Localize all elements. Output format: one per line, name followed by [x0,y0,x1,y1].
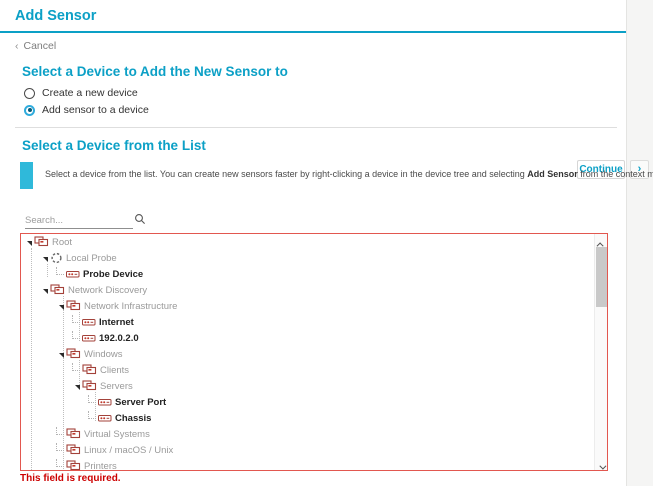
group-icon [82,364,97,375]
tree-scrollbar[interactable] [594,234,607,470]
tree-item-label: Servers [100,380,133,392]
tree-item-clients[interactable]: Clients [21,362,594,378]
tree-connector [56,427,64,435]
radio-label: Create a new device [42,87,138,99]
expanded-arrow-icon [59,304,64,310]
tree-connector [56,443,64,451]
device-icon [66,271,80,278]
cancel-button[interactable]: ‹ Cancel [15,40,56,52]
tree-connector [72,315,80,323]
tree-item-label: Internet [99,316,134,328]
section-divider [15,127,617,128]
group-icon [34,236,49,247]
tree-connector [88,395,96,403]
group-icon [66,300,81,311]
tree-item-network-infrastructure[interactable]: Network Infrastructure [21,298,594,314]
tree-item-network-discovery[interactable]: Network Discovery [21,282,594,298]
expanded-arrow-icon [27,240,32,246]
section-heading-device-choice: Select a Device to Add the New Sensor to [22,64,288,79]
search-input[interactable] [25,213,133,229]
device-icon [82,335,96,342]
scroll-down-icon[interactable] [595,457,607,470]
group-icon [66,460,81,470]
tree-connector [72,363,80,371]
tree-item-servers[interactable]: Servers [21,378,594,394]
tree-item-label: Network Infrastructure [84,300,178,312]
right-side-strip [626,0,653,486]
expanded-arrow-icon [59,352,64,358]
group-icon [50,284,65,295]
expanded-arrow-icon [75,384,80,390]
radio-label: Add sensor to a device [42,104,149,116]
group-icon [82,380,97,391]
tree-item-label: Probe Device [83,268,144,280]
tree-connector [56,267,64,275]
tree-item-printers[interactable]: Printers [21,458,594,470]
tree-item-windows[interactable]: Windows [21,346,594,362]
tree-connector [56,459,64,467]
title-accent-rule [0,31,626,33]
radio-add-sensor-to-device[interactable]: Add sensor to a device [24,103,149,117]
info-text: Select a device from the list. You can c… [45,169,653,179]
scroll-up-icon[interactable] [595,234,607,250]
page-title: Add Sensor [15,8,97,24]
tree-item-virtual-systems[interactable]: Virtual Systems [21,426,594,442]
tree-item-label: Virtual Systems [84,428,150,440]
tree-item-linux-macos-unix[interactable]: Linux / macOS / Unix [21,442,594,458]
search-icon [134,212,146,230]
tree-stem-line [31,248,32,470]
tree-item-probe-device[interactable]: Probe Device [21,266,594,282]
device-icon [98,415,112,422]
tree-item-label: Local Probe [66,252,117,264]
info-text-bold: Add Sensor [527,169,578,179]
group-icon [66,348,81,359]
tree-item-label: Printers [84,460,117,471]
tree-connector [88,411,96,419]
validation-message: This field is required. [20,473,121,484]
add-sensor-page: Add Sensor ‹ Cancel Select a Device to Ad… [0,0,653,486]
radio-create-new-device[interactable]: Create a new device [24,86,138,100]
expanded-arrow-icon [43,256,48,262]
radio-circle-icon[interactable] [24,87,35,99]
group-icon [66,428,81,439]
search-field [25,210,150,230]
tree-item-label: Server Port [115,396,167,408]
expanded-arrow-icon [43,288,48,294]
tree-stem-line [47,264,48,277]
tree-item-label: Clients [100,364,130,376]
radio-circle-icon[interactable] [24,104,35,116]
tree-item-192-0-2-0[interactable]: 192.0.2.0 [21,330,594,346]
tree-item-label: Windows [84,348,123,360]
tree-item-label: Network Discovery [68,284,148,296]
info-text-pre: Select a device from the list. You can c… [45,169,528,179]
info-text-post: from the context menu. [580,169,653,179]
scrollbar-thumb[interactable] [596,247,607,307]
group-icon [66,444,81,455]
tree-item-label: Root [52,236,73,248]
tree-item-label: 192.0.2.0 [99,332,139,344]
device-tree: Root Local Probe Probe Device Network Disco… [21,234,594,470]
device-icon [98,399,112,406]
cancel-label: Cancel [23,40,57,52]
tree-connector [72,331,80,339]
tree-item-local-probe[interactable]: Local Probe [21,250,594,266]
info-accent-bar [20,162,33,189]
tree-item-root[interactable]: Root [21,234,594,250]
tree-item-label: Linux / macOS / Unix [84,444,174,456]
device-icon [82,319,96,326]
tree-item-label: Chassis [115,412,152,424]
tree-item-chassis[interactable]: Chassis [21,410,594,426]
probe-icon [51,252,62,264]
device-tree-panel: Root Local Probe Probe Device Network Disco… [20,233,608,471]
section-heading-device-list: Select a Device from the List [22,138,206,153]
tree-item-internet[interactable]: Internet [21,314,594,330]
chevron-left-icon: ‹ [15,40,19,52]
tree-item-server-port[interactable]: Server Port [21,394,594,410]
